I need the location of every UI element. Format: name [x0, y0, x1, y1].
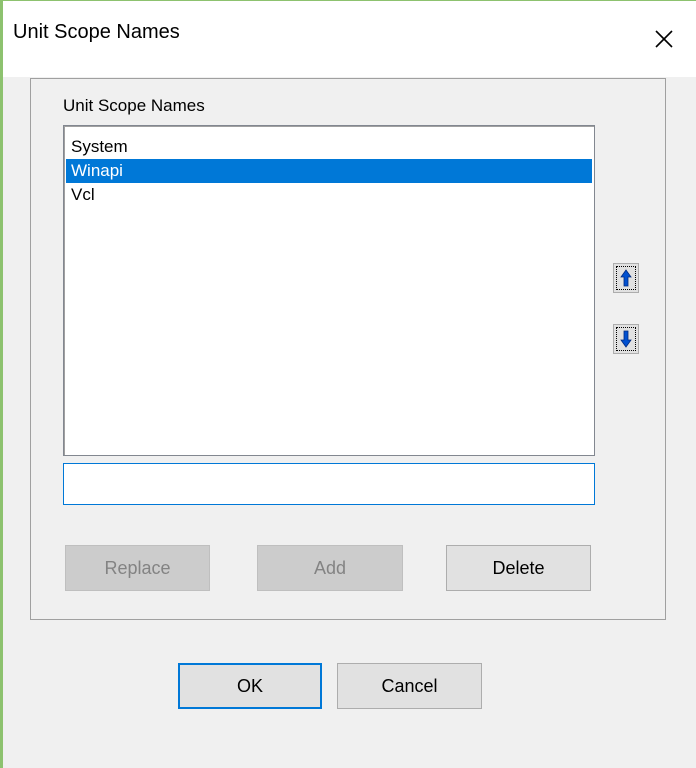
ok-button[interactable]: OK [178, 663, 322, 709]
close-button[interactable] [632, 1, 696, 77]
move-up-button[interactable] [613, 263, 639, 293]
move-down-button[interactable] [613, 324, 639, 354]
arrow-down-icon [620, 330, 632, 348]
window-title: Unit Scope Names [13, 21, 180, 43]
title-bar[interactable]: Unit Scope Names [3, 1, 696, 77]
list-item[interactable]: Winapi [66, 159, 592, 183]
move-up-focus [616, 266, 636, 290]
window-border [0, 0, 3, 768]
move-down-focus [616, 327, 636, 351]
list-items: System Winapi Vcl [64, 126, 594, 207]
replace-button[interactable]: Replace [65, 545, 210, 591]
delete-button[interactable]: Delete [446, 545, 591, 591]
arrow-up-icon [620, 269, 632, 287]
group-label: Unit Scope Names [63, 96, 205, 115]
dialog-window: Unit Scope Names Unit Scope Names System… [0, 0, 696, 768]
scope-name-input[interactable] [63, 463, 595, 505]
add-button[interactable]: Add [257, 545, 403, 591]
list-item[interactable]: Vcl [66, 183, 592, 207]
close-icon [655, 30, 673, 48]
unit-scope-listbox[interactable]: System Winapi Vcl [63, 125, 595, 456]
list-item[interactable]: System [66, 135, 592, 159]
cancel-button[interactable]: Cancel [337, 663, 482, 709]
